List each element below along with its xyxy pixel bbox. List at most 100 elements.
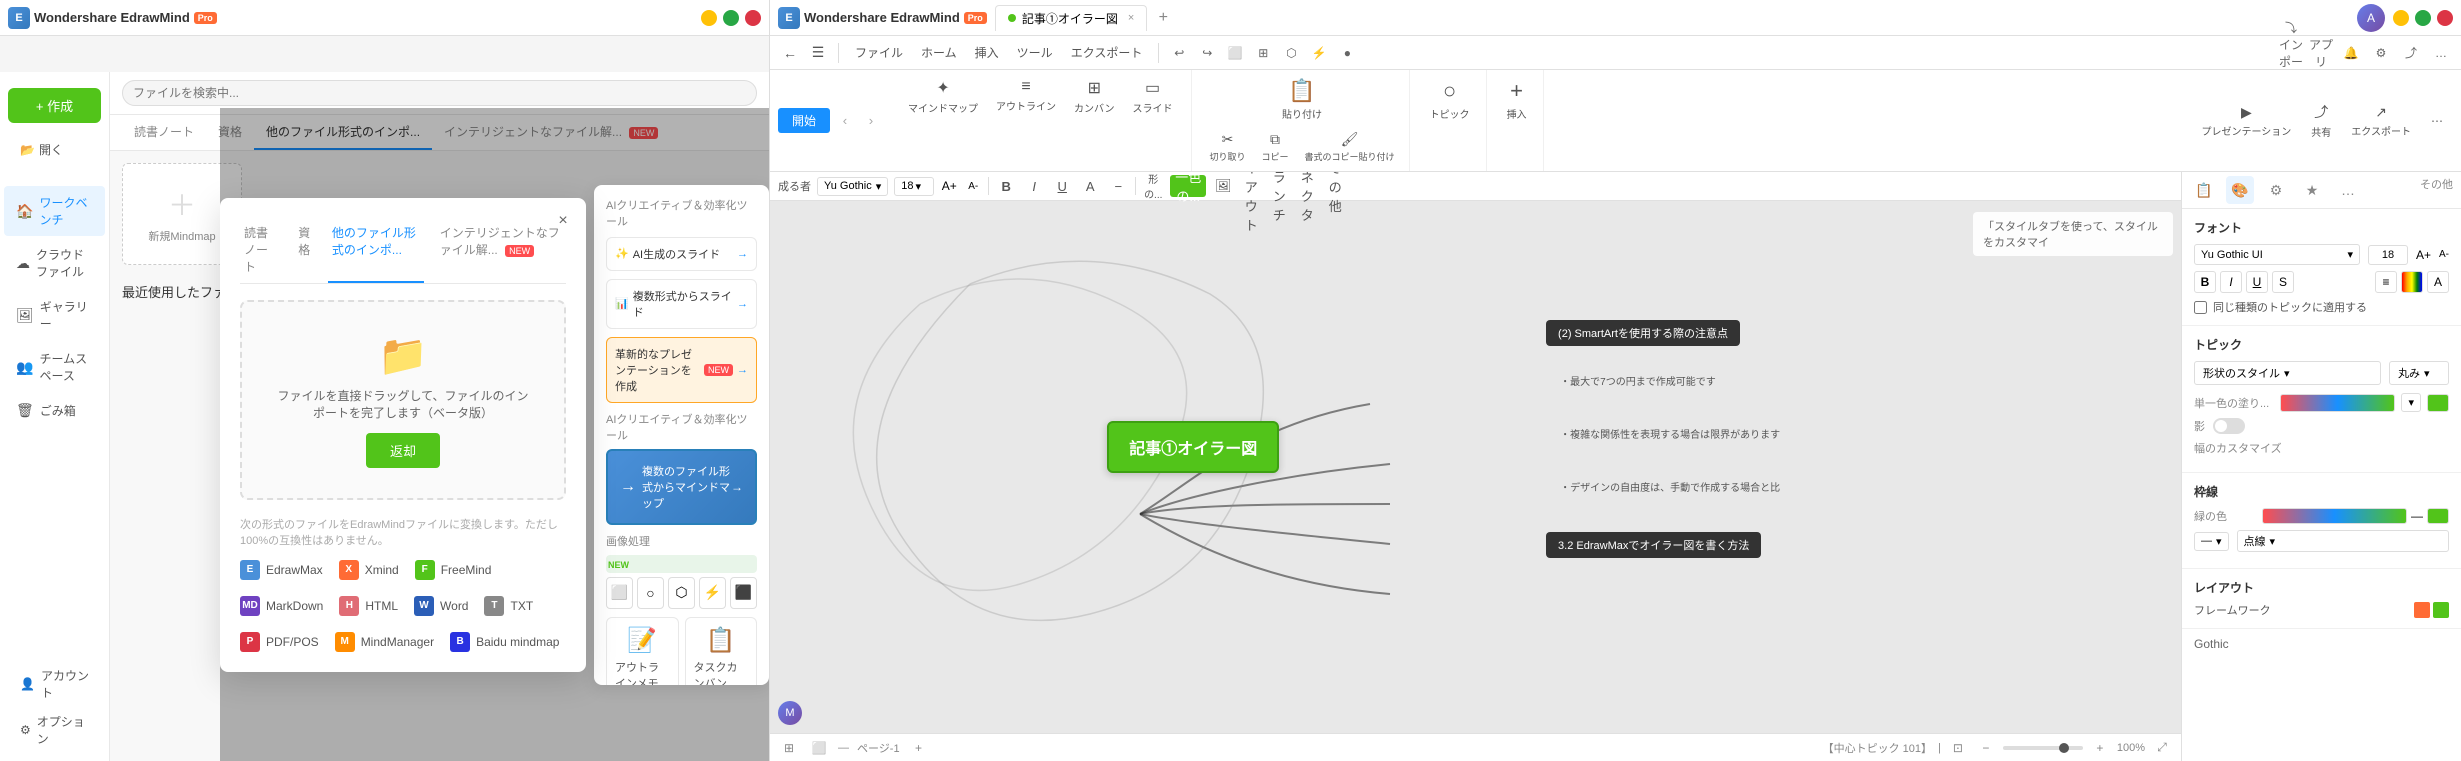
doc-tab[interactable]: 記事①オイラー図 × [995, 5, 1147, 31]
slide-btn[interactable]: ▭ スライド [1127, 74, 1179, 119]
maximize-btn-left[interactable] [723, 10, 739, 26]
outline-card[interactable]: 📝 アウトラインメモ [606, 617, 679, 685]
account-item[interactable]: 👤 アカウント [8, 661, 101, 707]
branch-node-2[interactable]: 3.2 EdrawMaxでオイラー図を書く方法 [1546, 532, 1761, 558]
branch-btn[interactable]: ブランチ [1268, 175, 1290, 197]
action-3[interactable]: ⬜ [1223, 41, 1247, 65]
border-style-selector[interactable]: 点線 ▾ [2237, 530, 2449, 552]
font-dropdown[interactable]: Yu Gothic ▾ [817, 177, 888, 196]
zoom-in-btn[interactable]: + [2089, 737, 2111, 759]
insert-pic-btn[interactable]: 🖼 [1212, 175, 1234, 197]
action-6[interactable]: ⚡ [1307, 41, 1331, 65]
ai-slide-card[interactable]: ✨ AI生成のスライド → [606, 237, 757, 271]
other-btn[interactable]: その他 [1324, 175, 1346, 197]
font-increase-btn[interactable]: A+ [940, 177, 958, 195]
zoom-slider[interactable] [2003, 746, 2083, 750]
prop-icon-star[interactable]: ★ [2298, 176, 2326, 204]
paste-btn[interactable]: 📋 貼り付け [1204, 74, 1401, 125]
ribbon-nav-left[interactable]: ‹ [834, 110, 856, 132]
img-tool-1[interactable]: ⬜ [606, 577, 633, 609]
minimize-btn-left[interactable] [701, 10, 717, 26]
tab-notes[interactable]: 読書ノート [122, 115, 206, 150]
multi-format-card[interactable]: → 複数のファイル形式からマインドマップ → [606, 449, 757, 525]
close-btn-right[interactable] [2437, 10, 2453, 26]
action-7[interactable]: ● [1335, 41, 1359, 65]
sidebar-item-team[interactable]: 👥 チームスペース [4, 342, 105, 392]
sidebar-item-gallery[interactable]: 🖼 ギャラリー [4, 290, 105, 340]
dialog-tab-smart[interactable]: インテリジェントなファイル解... NEW [436, 218, 566, 283]
shadow-toggle-switch[interactable] [2213, 418, 2245, 434]
menu-tools[interactable]: ツール [1009, 40, 1061, 65]
branch-node-1[interactable]: (2) SmartArtを使用する際の注意点 [1546, 320, 1740, 346]
img-tool-4[interactable]: ⚡ [699, 577, 726, 609]
format-copy-btn[interactable]: 🖌 書式のコピー貼り付け [1299, 127, 1401, 167]
dialog-close-btn[interactable]: × [552, 210, 574, 232]
font-size-dropdown[interactable]: 18 ▾ [894, 177, 934, 196]
sidebar-item-cloud[interactable]: ☁ クラウドファイル [4, 238, 105, 288]
bold-btn[interactable]: B [995, 175, 1017, 197]
status-map-icon[interactable]: ⊞ [778, 737, 800, 759]
sidebar-item-trash[interactable]: 🗑 ごみ箱 [4, 394, 105, 427]
img-tool-5[interactable]: ⬛ [730, 577, 757, 609]
prop-icon-settings[interactable]: ⚙ [2262, 176, 2290, 204]
font-size-increase[interactable]: A+ [2416, 248, 2431, 262]
action-5[interactable]: ⬡ [1279, 41, 1303, 65]
fill-color-bar[interactable] [2280, 394, 2395, 412]
copy-btn[interactable]: ⧉ コピー [1256, 127, 1295, 167]
hamburger-btn[interactable]: ☰ [806, 41, 830, 65]
zoom-out-btn[interactable]: − [1975, 737, 1997, 759]
import-btn[interactable]: ⤵ インポート [2279, 41, 2303, 65]
prop-bold-btn[interactable]: B [2194, 271, 2216, 293]
cut-btn[interactable]: ✂ 切り取り [1204, 127, 1252, 167]
new-button[interactable]: + 作成 [8, 88, 101, 123]
dialog-tab-assets[interactable]: 資格 [294, 218, 316, 283]
ai-pres-card[interactable]: 革新的なプレゼンテーションを作成 NEW → [606, 337, 757, 403]
connect-btn[interactable]: コネクタ [1296, 175, 1318, 197]
settings-icon[interactable]: ⚙ [2369, 41, 2393, 65]
prop-icon-other[interactable]: … [2334, 176, 2362, 204]
menu-file[interactable]: ファイル [847, 40, 911, 65]
apply-all-checkbox[interactable] [2194, 301, 2207, 314]
app-btn[interactable]: アプリ [2309, 41, 2333, 65]
doc-tab-close[interactable]: × [1128, 12, 1134, 24]
roundness-selector[interactable]: 丸み ▾ [2389, 361, 2449, 385]
add-tab-btn[interactable]: + [1151, 6, 1175, 30]
font-size-input[interactable] [2368, 245, 2408, 265]
close-btn-left[interactable] [745, 10, 761, 26]
kanban-btn[interactable]: ⊞ カンバン [1068, 74, 1121, 119]
img-tool-3[interactable]: ⬡ [668, 577, 695, 609]
redo-btn[interactable]: ↪ [1195, 41, 1219, 65]
border-weight-selector[interactable]: — ▾ [2194, 532, 2229, 551]
menu-home[interactable]: ホーム [913, 40, 965, 65]
dialog-tab-import[interactable]: 他のファイル形式のインポ... [328, 218, 424, 283]
ribbon-nav-right[interactable]: › [860, 110, 882, 132]
add-page-btn[interactable]: + [908, 737, 930, 759]
central-node[interactable]: 記事①オイラー図 [1107, 421, 1279, 473]
ai-multi-slide-card[interactable]: 📊 複数形式からスライド → [606, 279, 757, 329]
layout-btn[interactable]: レイアウト [1240, 175, 1262, 197]
prop-icon-list[interactable]: 📋 [2190, 176, 2218, 204]
align-left-btn[interactable]: ≡ [2375, 271, 2397, 293]
underline-btn[interactable]: U [1051, 175, 1073, 197]
font-decrease-btn[interactable]: A- [964, 177, 982, 195]
bell-icon[interactable]: 🔔 [2339, 41, 2363, 65]
open-button[interactable]: 📂 開く [8, 135, 101, 164]
minimize-btn-right[interactable] [2393, 10, 2409, 26]
mindmap-btn[interactable]: ✦ マインドマップ [902, 74, 984, 119]
shape-selector[interactable]: 形状のスタイル ▾ [2194, 361, 2381, 385]
prop-strike-btn[interactable]: S [2272, 271, 2294, 293]
share-icon[interactable]: ⤴ [2399, 41, 2423, 65]
strikethrough-btn[interactable]: A [1079, 175, 1101, 197]
ribbon-more[interactable]: ⋯ [2425, 109, 2449, 133]
fit-btn[interactable]: ⊡ [1947, 737, 1969, 759]
prop-icon-style[interactable]: 🎨 [2226, 176, 2254, 204]
action-4[interactable]: ⊞ [1251, 41, 1275, 65]
task-card[interactable]: 📋 タスクカンバン [685, 617, 758, 685]
border-color-bar[interactable] [2262, 508, 2407, 524]
insert-btn[interactable]: + 挿入 [1499, 74, 1535, 125]
italic-btn[interactable]: I [1023, 175, 1045, 197]
menu-insert[interactable]: 挿入 [967, 40, 1007, 65]
fill-btn[interactable]: 一色の... [1170, 175, 1206, 197]
mindmap-canvas[interactable]: 「スタイルタブを使って、スタイルをカスタマイ 記事①オイラー図 [770, 204, 2181, 733]
topic-btn[interactable]: ○ トピック [1422, 74, 1478, 125]
